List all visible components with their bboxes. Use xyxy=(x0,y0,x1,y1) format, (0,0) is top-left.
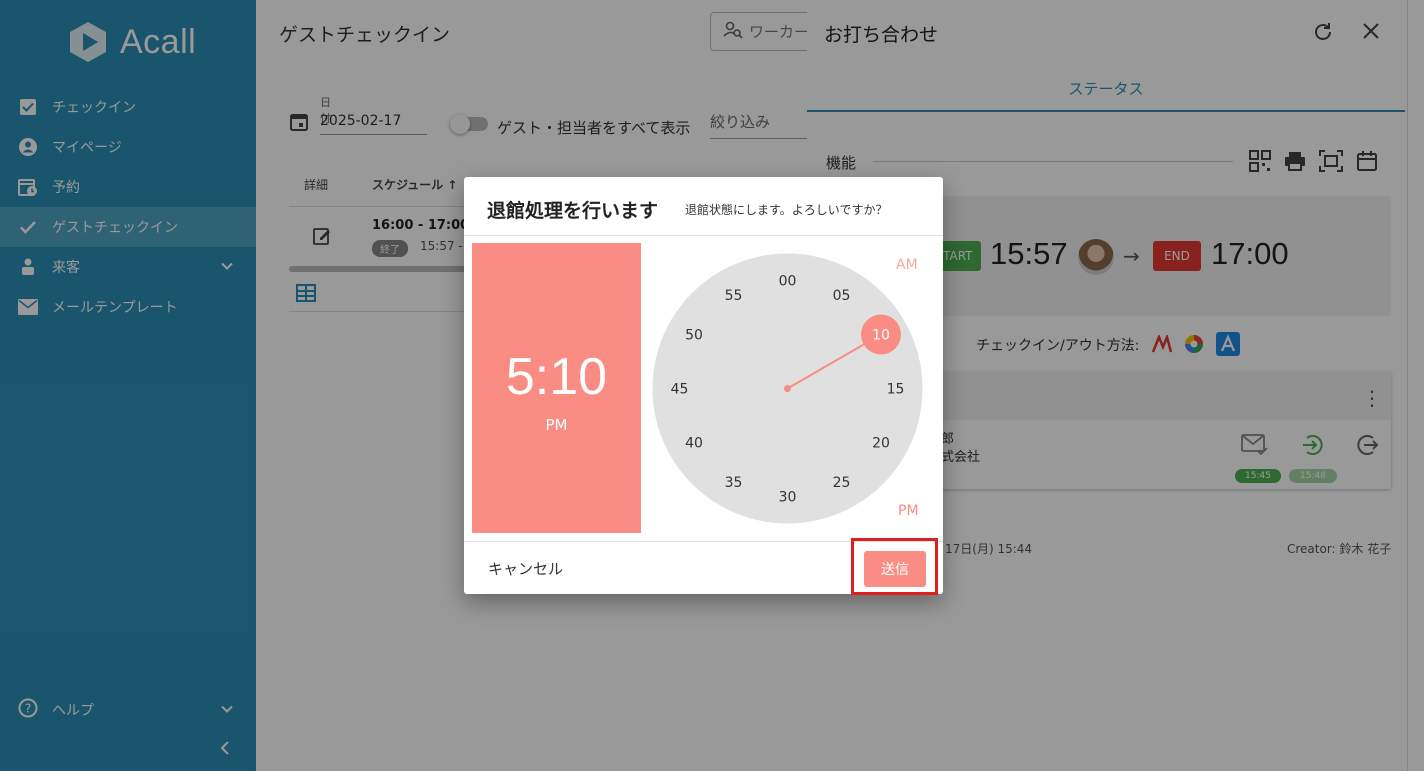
clock-minute-label[interactable]: 35 xyxy=(725,475,743,491)
dialog-subtitle: 退館状態にします。よろしいですか？ xyxy=(685,203,888,217)
dialog-title: 退館処理を行います xyxy=(487,200,659,222)
clock-minute-label[interactable]: 20 xyxy=(872,436,890,452)
selected-ampm[interactable]: PM xyxy=(472,416,641,434)
cancel-button[interactable]: キャンセル xyxy=(478,553,578,583)
time-display-panel: 5:10 PM xyxy=(472,243,641,533)
selected-time[interactable]: 5:10 xyxy=(472,347,641,407)
clock-minute-label[interactable]: 15 xyxy=(887,382,905,398)
clock-minute-label[interactable]: 10 xyxy=(872,328,890,344)
clock-minute-label[interactable]: 30 xyxy=(779,490,797,506)
minute-clock-face[interactable]: 00 05 10 15 20 25 30 35 40 45 50 55 xyxy=(650,251,925,526)
clock-minute-label[interactable]: 05 xyxy=(833,288,851,304)
am-toggle[interactable]: AM xyxy=(896,257,918,273)
clock-minute-label[interactable]: 40 xyxy=(685,436,703,452)
clock-minute-label[interactable]: 25 xyxy=(833,475,851,491)
clock-minute-label[interactable]: 45 xyxy=(671,382,689,398)
clock-minute-label[interactable]: 55 xyxy=(725,288,743,304)
app-root: Acall チェックイン マイページ 予約 ゲストチェックイン 来客 メールテン… xyxy=(0,0,1424,771)
checkout-dialog: 退館処理を行います 退館状態にします。よろしいですか？ 5:10 PM 00 05… xyxy=(464,177,943,594)
clock-minute-label[interactable]: 50 xyxy=(685,328,703,344)
clock-minute-label[interactable]: 00 xyxy=(779,274,797,290)
send-button-highlight xyxy=(851,538,938,595)
clock-center xyxy=(784,385,791,392)
pm-toggle[interactable]: PM xyxy=(898,503,919,519)
divider xyxy=(464,235,943,236)
